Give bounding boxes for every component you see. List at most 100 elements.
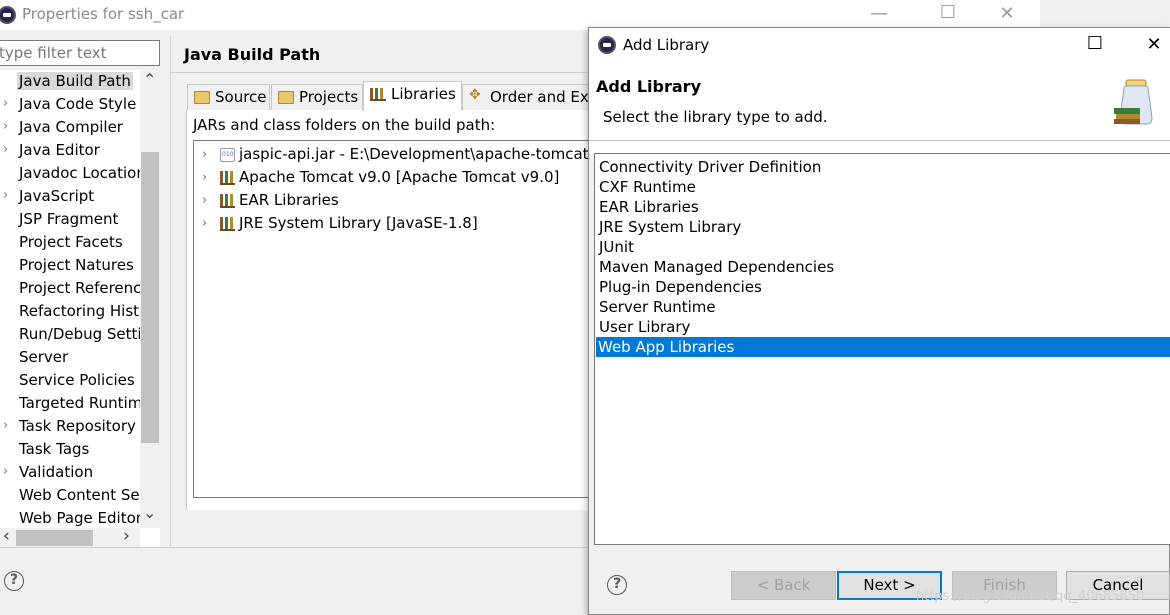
tree-item[interactable]: Java Build Path: [0, 71, 140, 94]
scroll-left-icon[interactable]: ‹: [3, 526, 10, 546]
expand-arrow-icon[interactable]: ›: [3, 188, 8, 203]
tree-item-label: Refactoring History: [19, 302, 140, 320]
tree-item-label: JSP Fragment: [19, 210, 119, 228]
tree-item[interactable]: › Task Repository: [0, 416, 140, 439]
minimize-button[interactable]: —: [864, 3, 894, 24]
tree-item[interactable]: Project Facets: [0, 232, 140, 255]
tree-item-label: Targeted Runtimes: [19, 394, 140, 412]
list-item[interactable]: Connectivity Driver Definition: [597, 157, 1170, 177]
tree-item[interactable]: JSP Fragment: [0, 209, 140, 232]
tree-scroll-thumb[interactable]: [141, 152, 159, 443]
library-icon: [370, 88, 386, 101]
expand-arrow-icon[interactable]: ›: [3, 96, 8, 111]
tree-item[interactable]: › Java Editor: [0, 140, 140, 163]
help-icon[interactable]: ?: [4, 571, 24, 591]
build-path-list: › jaspic-api.jar - E:\Development\apache…: [193, 140, 590, 498]
expand-arrow-icon[interactable]: ›: [3, 418, 8, 433]
close-button[interactable]: ✕: [992, 3, 1022, 24]
library-wizard-icon: [1112, 78, 1162, 128]
tree-item-label: Project References: [19, 279, 140, 297]
library-icon: [220, 217, 235, 231]
help-icon[interactable]: ?: [607, 575, 627, 595]
tree-item[interactable]: Task Tags: [0, 439, 140, 462]
scroll-right-icon[interactable]: ›: [123, 526, 130, 546]
tree-item[interactable]: › JavaScript: [0, 186, 140, 209]
source-folder-icon: [194, 91, 210, 104]
tree-item-label: Javadoc Location: [19, 164, 140, 182]
list-item[interactable]: User Library: [597, 317, 1170, 337]
jars-label: JARs and class folders on the build path…: [193, 116, 496, 134]
tree-item[interactable]: Project Natures: [0, 255, 140, 278]
tree-item-label: Validation: [19, 463, 94, 481]
tree-item[interactable]: › Java Code Style: [0, 94, 140, 117]
tree-item-label: Java Code Style: [19, 95, 137, 113]
expand-arrow-icon[interactable]: ›: [202, 170, 207, 185]
eclipse-icon: [0, 6, 16, 24]
header-divider: [589, 140, 1170, 141]
tab-projects[interactable]: Projects: [271, 84, 363, 110]
tree-item[interactable]: Server: [0, 347, 140, 370]
back-button[interactable]: < Back: [731, 571, 836, 600]
tree-item[interactable]: Service Policies: [0, 370, 140, 393]
tree-item-label: Web Content Settings: [19, 486, 140, 504]
tree-item-label: Java Editor: [19, 141, 100, 159]
maximize-button[interactable]: ☐: [1080, 33, 1110, 54]
library-row[interactable]: › Apache Tomcat v9.0 [Apache Tomcat v9.0…: [194, 167, 590, 190]
maximize-button[interactable]: ☐: [933, 2, 963, 23]
tree-item[interactable]: Project References: [0, 278, 140, 301]
list-item[interactable]: Server Runtime: [597, 297, 1170, 317]
watermark: https://blog.csdn.net/qq_40685850: [916, 589, 1145, 604]
tree-item-label: Run/Debug Settings: [19, 325, 140, 343]
tree-item[interactable]: Refactoring History: [0, 301, 140, 324]
tree-item-label: Task Tags: [19, 440, 90, 458]
tree-item[interactable]: Targeted Runtimes: [0, 393, 140, 416]
expand-arrow-icon[interactable]: ›: [3, 464, 8, 479]
pane-separator[interactable]: [170, 36, 171, 546]
library-row[interactable]: › jaspic-api.jar - E:\Development\apache…: [194, 144, 590, 167]
tree-item[interactable]: Run/Debug Settings: [0, 324, 140, 347]
window-title: Properties for ssh_car: [22, 5, 185, 23]
list-item-selected[interactable]: Web App Libraries: [596, 337, 1170, 357]
close-button[interactable]: ✕: [1139, 34, 1169, 55]
tab-order-and-export[interactable]: ✥ Order and Export: [462, 84, 590, 110]
tree-item-label: JavaScript: [19, 187, 95, 205]
tree-item[interactable]: › Java Compiler: [0, 117, 140, 140]
expand-arrow-icon[interactable]: ›: [202, 147, 207, 162]
tree-item-label: Web Page Editor: [19, 509, 140, 527]
jar-icon: [220, 148, 235, 162]
library-type-list: Connectivity Driver Definition CXF Runti…: [594, 153, 1170, 545]
dialog-description: Select the library type to add.: [603, 108, 828, 126]
tree-item[interactable]: › Validation: [0, 462, 140, 485]
tree-item-label: Project Natures: [19, 256, 134, 274]
list-item[interactable]: EAR Libraries: [597, 197, 1170, 217]
expand-arrow-icon[interactable]: ›: [202, 193, 207, 208]
list-item[interactable]: JRE System Library: [597, 217, 1170, 237]
eclipse-icon: [598, 36, 616, 54]
dialog-title: Add Library: [623, 36, 710, 54]
tree-item-label: Java Build Path: [17, 72, 133, 90]
tab-libraries[interactable]: Libraries: [363, 81, 462, 111]
tree-hscroll-thumb[interactable]: [16, 530, 93, 546]
project-folder-icon: [278, 91, 294, 104]
expand-arrow-icon[interactable]: ›: [3, 142, 8, 157]
tree-item-label: Java Compiler: [19, 118, 123, 136]
expand-arrow-icon[interactable]: ›: [202, 216, 207, 231]
list-item[interactable]: JUnit: [597, 237, 1170, 257]
expand-arrow-icon[interactable]: ›: [3, 119, 8, 134]
tree-item[interactable]: Javadoc Location: [0, 163, 140, 186]
dialog-heading: Add Library: [596, 77, 701, 96]
filter-input[interactable]: type filter text: [0, 40, 160, 66]
tree-item-label: Project Facets: [19, 233, 123, 251]
list-item[interactable]: CXF Runtime: [597, 177, 1170, 197]
tab-source[interactable]: Source: [187, 84, 270, 110]
page-title: Java Build Path: [184, 45, 321, 64]
tree-item[interactable]: Web Content Settings: [0, 485, 140, 508]
title-divider: [170, 72, 590, 73]
tree-item-label: Service Policies: [19, 371, 135, 389]
scroll-up-icon[interactable]: ⌃: [143, 70, 156, 89]
scroll-down-icon[interactable]: ⌄: [143, 503, 156, 522]
library-row[interactable]: › JRE System Library [JavaSE-1.8]: [194, 213, 590, 236]
list-item[interactable]: Plug-in Dependencies: [597, 277, 1170, 297]
library-row[interactable]: › EAR Libraries: [194, 190, 590, 213]
list-item[interactable]: Maven Managed Dependencies: [597, 257, 1170, 277]
